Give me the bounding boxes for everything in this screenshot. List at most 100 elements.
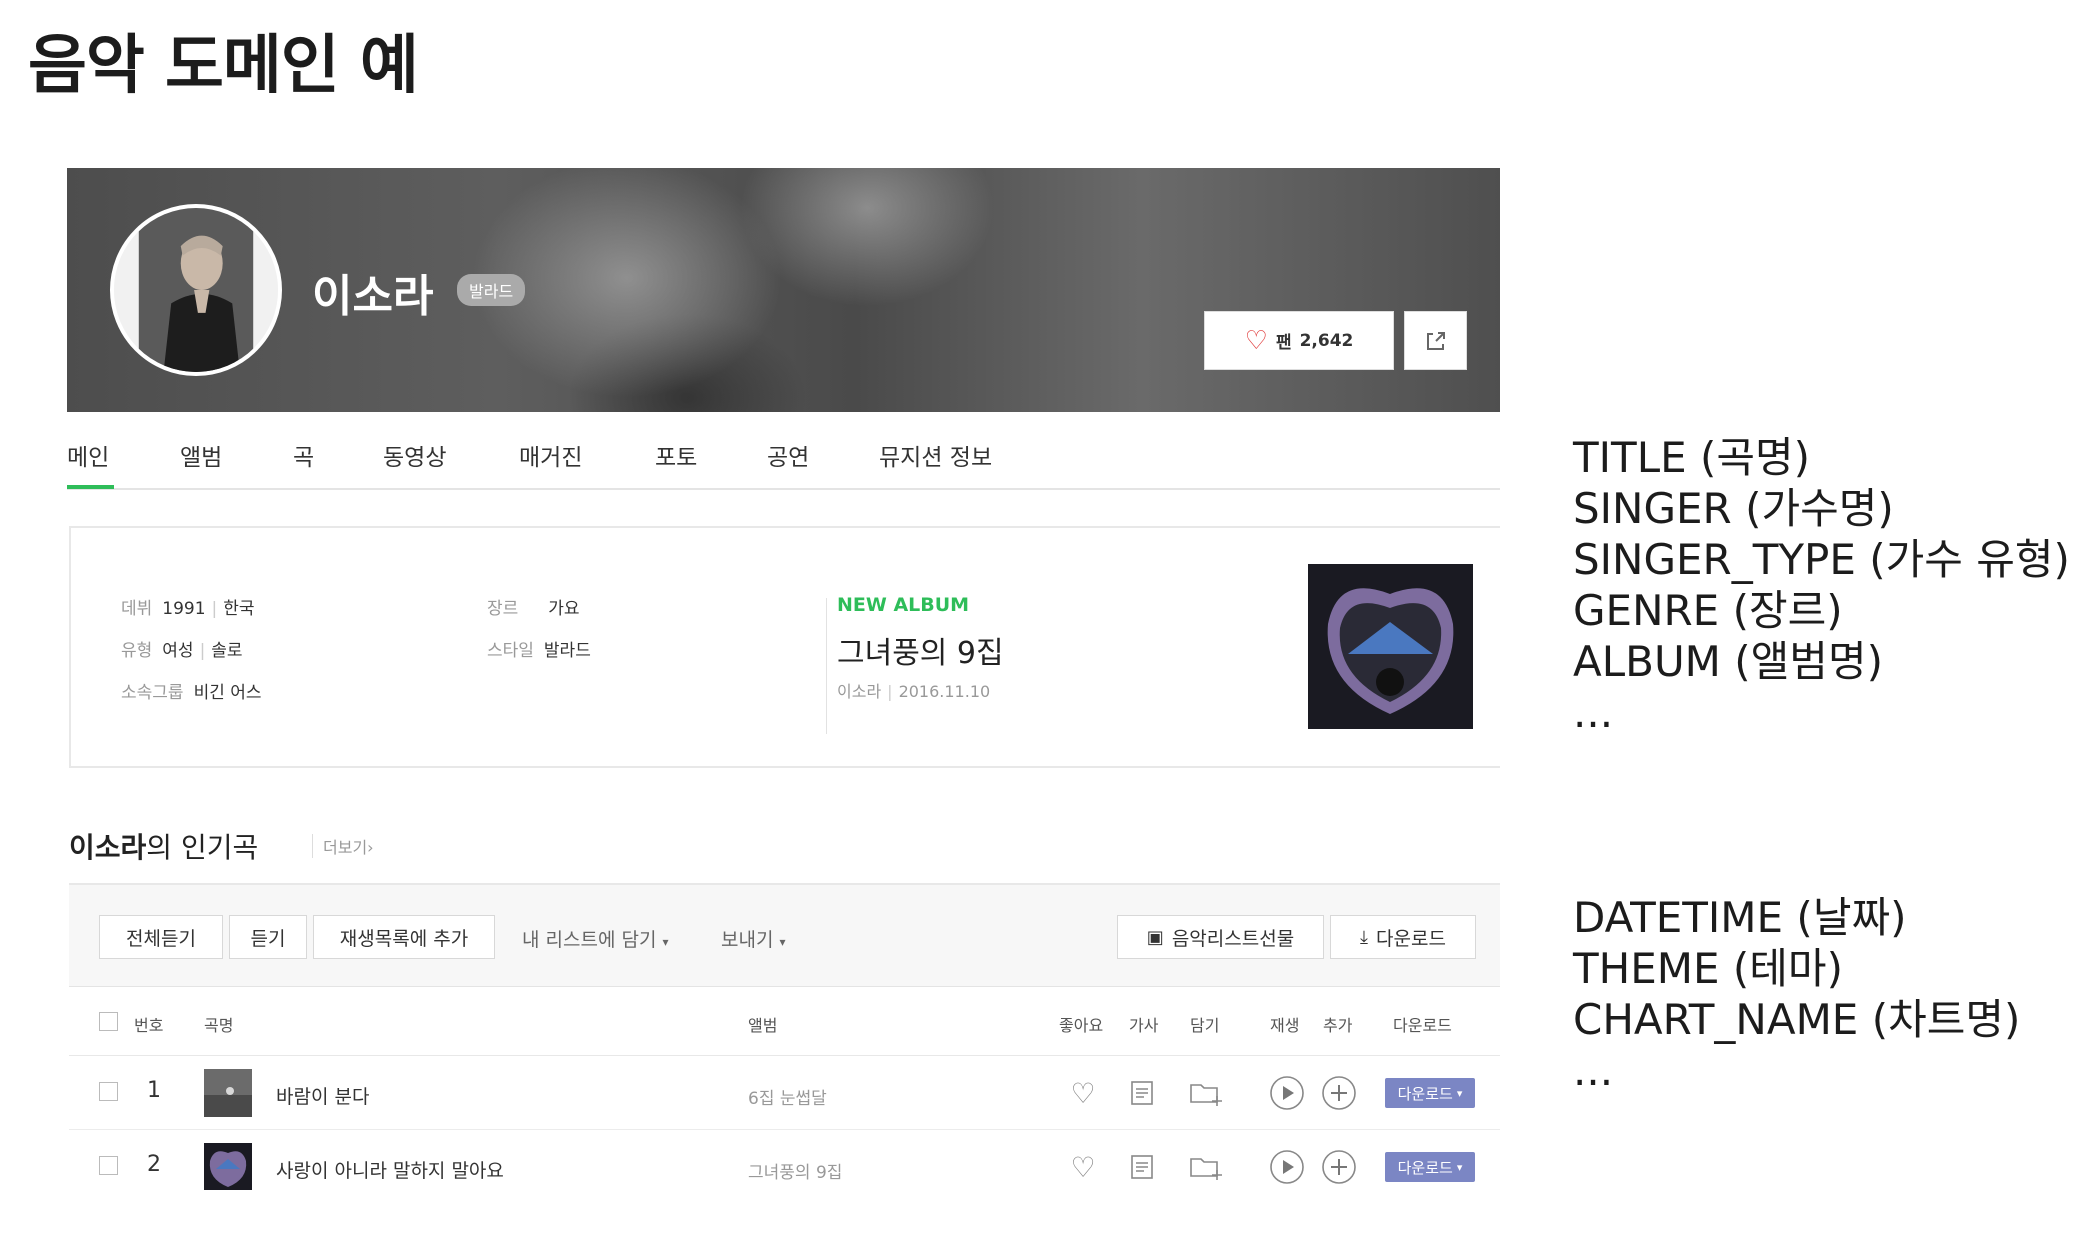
header-album: 앨범 xyxy=(748,1016,778,1035)
tab-song[interactable]: 곡 xyxy=(293,438,314,472)
tab-musician-info[interactable]: 뮤지션 정보 xyxy=(879,438,992,472)
folder-add-icon xyxy=(1190,1158,1222,1180)
row-number: 1 xyxy=(147,1078,161,1103)
play-song-button[interactable] xyxy=(1269,1149,1305,1185)
entity-notes-bottom: DATETIME (날짜) THEME (테마) CHART_NAME (차트명… xyxy=(1573,892,2020,1096)
table-row: 2 사랑이 아니라 말하지 말아요 그녀풍의 9집 ♡ 다운로드 ▾ xyxy=(69,1130,1500,1190)
gift-icon: ▣ xyxy=(1146,926,1164,948)
new-album-cover[interactable] xyxy=(1308,564,1473,729)
plus-icon xyxy=(1322,1150,1356,1184)
type-row: 유형 여성 | 솔로 xyxy=(121,641,243,661)
slide-title: 음악 도메인 예 xyxy=(28,29,419,103)
tab-album[interactable]: 앨범 xyxy=(180,438,222,472)
save-button[interactable] xyxy=(1188,1152,1224,1182)
play-icon xyxy=(1270,1150,1304,1184)
song-title[interactable]: 바람이 분다 xyxy=(276,1082,369,1109)
song-album[interactable]: 그녀풍의 9집 xyxy=(748,1158,842,1183)
gift-button[interactable]: ▣ 음악리스트선물 xyxy=(1117,915,1324,959)
tab-photo[interactable]: 포토 xyxy=(655,438,697,472)
header-add: 추가 xyxy=(1323,1016,1353,1035)
fan-button[interactable]: ♡ 팬 2,642 xyxy=(1204,311,1394,370)
header-lyrics: 가사 xyxy=(1129,1016,1159,1035)
row-download-button[interactable]: 다운로드 ▾ xyxy=(1385,1152,1475,1182)
song-toolbar: 전체듣기 듣기 재생목록에 추가 내 리스트에 담기 ▾ 보내기 ▾ ▣ 음악리… xyxy=(69,883,1500,987)
song-table-header: 번호 곡명 앨범 좋아요 가사 담기 재생 추가 다운로드 xyxy=(69,988,1500,1056)
fan-count: 2,642 xyxy=(1299,330,1354,351)
more-link[interactable]: 더보기› xyxy=(312,834,374,858)
song-title[interactable]: 사랑이 아니라 말하지 말아요 xyxy=(276,1156,504,1183)
tab-magazine[interactable]: 매거진 xyxy=(519,438,582,472)
heart-icon: ♡ xyxy=(1070,1150,1096,1184)
note-item: TITLE (곡명) xyxy=(1573,433,1811,482)
like-button[interactable]: ♡ xyxy=(1068,1076,1098,1110)
folder-add-icon xyxy=(1190,1084,1222,1106)
add-playlist-button[interactable]: 재생목록에 추가 xyxy=(313,915,495,959)
plus-icon xyxy=(1322,1076,1356,1110)
new-album-meta: 이소라 | 2016.11.10 xyxy=(837,682,991,701)
heart-icon: ♡ xyxy=(1070,1076,1096,1110)
tab-main[interactable]: 메인 xyxy=(67,438,109,472)
select-all-checkbox[interactable] xyxy=(99,1012,118,1031)
lyrics-button[interactable] xyxy=(1127,1078,1157,1108)
fan-label: 팬 xyxy=(1275,333,1292,353)
artist-name: 이소라 xyxy=(312,271,434,322)
note-item: CHART_NAME (차트명) xyxy=(1573,995,2021,1044)
add-mylist-dropdown[interactable]: 내 리스트에 담기 ▾ xyxy=(522,925,669,952)
chevron-down-icon: ▾ xyxy=(1456,1086,1463,1100)
entity-notes-top: TITLE (곡명) SINGER (가수명) SINGER_TYPE (가수 … xyxy=(1573,432,2070,738)
style-row: 스타일 발라드 xyxy=(487,641,591,661)
note-item: ... xyxy=(1573,688,1614,737)
chevron-down-icon: ▾ xyxy=(1456,1160,1463,1174)
like-button[interactable]: ♡ xyxy=(1068,1150,1098,1184)
tab-video[interactable]: 동영상 xyxy=(383,438,446,472)
artist-avatar xyxy=(110,204,282,376)
music-artist-page: 이소라 발라드 ♡ 팬 2,642 메인 앨범 곡 동영상 매거진 포토 공연 … xyxy=(67,168,1500,1190)
header-like: 좋아요 xyxy=(1059,1016,1104,1035)
share-button[interactable] xyxy=(1404,311,1467,370)
header-play: 재생 xyxy=(1270,1016,1300,1035)
song-thumbnail[interactable] xyxy=(204,1143,252,1190)
lyrics-icon xyxy=(1131,1155,1153,1179)
active-tab-indicator xyxy=(67,485,114,489)
caret-down-icon: ▾ xyxy=(779,935,786,949)
add-song-button[interactable] xyxy=(1321,1075,1357,1111)
caret-down-icon: ▾ xyxy=(662,935,669,949)
note-item: GENRE (장르) xyxy=(1573,586,1843,635)
new-album-title[interactable]: 그녀풍의 9집 xyxy=(837,628,1004,672)
song-thumbnail[interactable] xyxy=(204,1069,252,1117)
header-download: 다운로드 xyxy=(1393,1016,1452,1035)
share-icon xyxy=(1426,331,1445,350)
play-icon xyxy=(1270,1076,1304,1110)
note-item: SINGER_TYPE (가수 유형) xyxy=(1573,535,2070,584)
info-divider xyxy=(826,598,827,734)
heart-icon: ♡ xyxy=(1244,325,1268,356)
genre-badge: 발라드 xyxy=(457,274,526,306)
play-button[interactable]: 듣기 xyxy=(229,915,307,959)
header-save: 담기 xyxy=(1190,1016,1220,1035)
download-icon: ⤓ xyxy=(1360,926,1369,948)
tab-concert[interactable]: 공연 xyxy=(767,438,809,472)
lyrics-icon xyxy=(1131,1081,1153,1105)
artist-tabs: 메인 앨범 곡 동영상 매거진 포토 공연 뮤지션 정보 xyxy=(67,426,1500,490)
artist-banner: 이소라 발라드 ♡ 팬 2,642 xyxy=(67,168,1500,412)
note-item: ... xyxy=(1573,1046,1614,1095)
note-item: THEME (테마) xyxy=(1573,944,1843,993)
song-album[interactable]: 6집 눈썹달 xyxy=(748,1084,827,1109)
row-checkbox[interactable] xyxy=(99,1082,118,1101)
row-checkbox[interactable] xyxy=(99,1156,118,1175)
send-dropdown[interactable]: 보내기 ▾ xyxy=(721,925,786,952)
note-item: ALBUM (앨범명) xyxy=(1573,637,1883,686)
chevron-right-icon: › xyxy=(367,838,374,857)
play-all-button[interactable]: 전체듣기 xyxy=(99,915,223,959)
lyrics-button[interactable] xyxy=(1127,1152,1157,1182)
add-song-button[interactable] xyxy=(1321,1149,1357,1185)
genre-row: 장르 가요 xyxy=(487,599,580,619)
debut-row: 데뷔 1991 | 한국 xyxy=(121,599,255,619)
row-download-button[interactable]: 다운로드 ▾ xyxy=(1385,1078,1475,1108)
note-item: SINGER (가수명) xyxy=(1573,484,1894,533)
download-button[interactable]: ⤓ 다운로드 xyxy=(1330,915,1476,959)
play-song-button[interactable] xyxy=(1269,1075,1305,1111)
save-button[interactable] xyxy=(1188,1078,1224,1108)
note-item: DATETIME (날짜) xyxy=(1573,893,1907,942)
row-number: 2 xyxy=(147,1152,161,1177)
